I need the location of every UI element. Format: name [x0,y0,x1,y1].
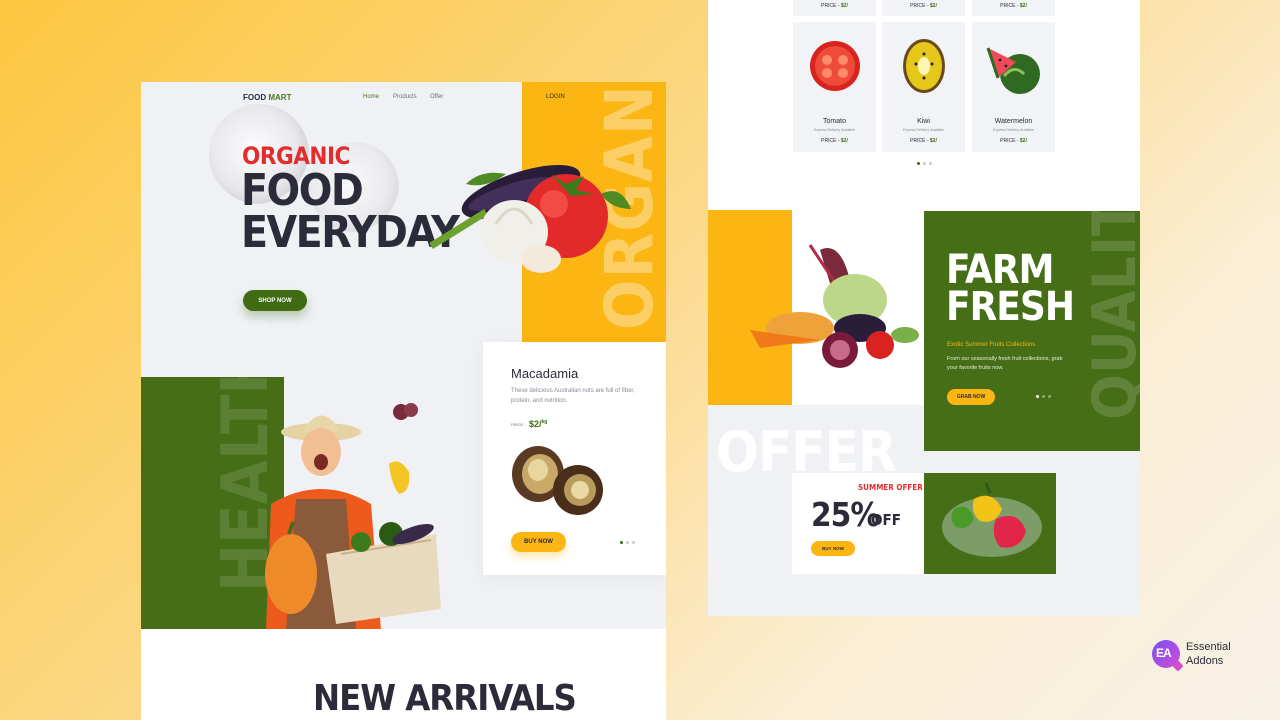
essential-addons-logo[interactable]: EA Essential Addons [1152,640,1231,668]
product-name: Watermelon [994,118,1033,125]
carousel-dots[interactable] [917,162,932,165]
vegetable-basket-image [750,244,919,368]
right-mockup: PRICE - $2/ PRICE - $2/ PRICE - $2/ Toma… [708,0,1140,616]
product-price: PRICE - $2/ [882,138,965,144]
price-value: $2/ [929,138,937,144]
ea-logo-icon: EA [1152,640,1180,668]
product-card-watermelon[interactable]: Watermelon Express Delivery Available PR… [972,22,1055,152]
nav-products[interactable]: Products [393,94,417,100]
nav-offer[interactable]: Offer [430,94,443,100]
product-card-top: PRICE - $2/ [793,0,876,16]
ea-logo-text: Essential Addons [1186,640,1231,668]
farm-subtitle: Exotic Summer Fruits Collections [947,342,1036,348]
product-name: Kiwi [917,118,930,125]
price-label: PRICE - [1000,3,1019,9]
new-arrivals-title: NEW ARRIVALS [313,678,577,719]
price-value: $2/ [1019,3,1027,9]
product-card-top: PRICE - $2/ [882,0,965,16]
kiwi-image [903,39,945,93]
product-card-tomato[interactable]: Tomato Express Delivery Available PRICE … [793,22,876,152]
product-subtitle: Express Delivery Available [992,128,1035,132]
top-price: PRICE - $2/ [972,3,1055,9]
price-value: $2/ [1019,138,1027,144]
brand-food: FOOD [243,93,267,102]
farm-title-line2: FRESH [946,284,1075,330]
top-price: PRICE - $2/ [793,3,876,9]
brand-logo[interactable]: FOOD MART [243,93,291,102]
watermelon-image [986,47,1040,94]
summer-offer-label: SUMMER OFFER [858,483,923,492]
product-price: PRICE - $2/ [972,138,1055,144]
peppers-splash-image [942,482,1042,557]
login-link[interactable]: LOGIN [546,94,565,100]
price-unit: kg [541,419,548,425]
product-title: Macadamia [511,366,579,381]
product-subtitle: Express Delivery Available [813,128,856,132]
product-subtitle: Express Delivery Available [902,128,945,132]
product-card-top: PRICE - $2/ [972,0,1055,16]
buy-now-button[interactable]: BUY NOW [511,532,566,552]
hero-title-line1: FOOD [241,165,364,216]
vegetables-image [429,165,631,273]
quality-vertical-text: QUALITY [1080,159,1140,420]
top-price: PRICE - $2/ [882,3,965,9]
product-price: $2/kg [529,419,547,429]
offer-off: OFF [871,511,901,529]
left-mockup: ORGANIC FOOD MART Home Products Offer LO… [141,82,666,720]
price-value: $2/ [929,3,937,9]
nav-home[interactable]: Home [363,94,379,100]
carousel-dots[interactable] [1036,395,1051,398]
farm-description: From our seasonally fresh fruit collecti… [947,356,1063,371]
offer-buy-now-button[interactable]: BUY NOW [811,541,855,556]
brand-mart: MART [268,93,292,102]
price-label: PRICE - [511,422,526,427]
price-value: $2/ [529,419,542,429]
tomato-image [810,41,860,91]
macadamia-image [512,446,603,515]
logo-line1: Essential [1186,641,1231,653]
product-price: PRICE - $2/ [793,138,876,144]
price-value: $2/ [840,3,848,9]
logo-line2: Addons [1186,655,1224,667]
grab-now-button[interactable]: GRAB NOW [947,389,995,405]
pepper-panel [924,473,1056,574]
product-card: Macadamia These delicious Australian nut… [483,342,666,575]
price-label: PRICE - [910,138,929,144]
product-name: Tomato [823,118,846,125]
price-value: $2/ [840,138,848,144]
farm-fresh-title: FARM FRESH [946,250,1075,330]
carousel-dots[interactable] [620,541,635,544]
summer-offer-card: SUMMER OFFER 25% OFF BUY NOW [792,473,924,574]
product-description: These delicious Australian nuts are full… [511,388,635,404]
price-label: PRICE - [910,3,929,9]
price-label: PRICE - [821,3,840,9]
price-label: PRICE - [821,138,840,144]
offer-percent: 25% [811,495,880,534]
price-label: PRICE - [1000,138,1019,144]
product-card-kiwi[interactable]: Kiwi Express Delivery Available PRICE - … [882,22,965,152]
farmer-image [265,403,441,630]
